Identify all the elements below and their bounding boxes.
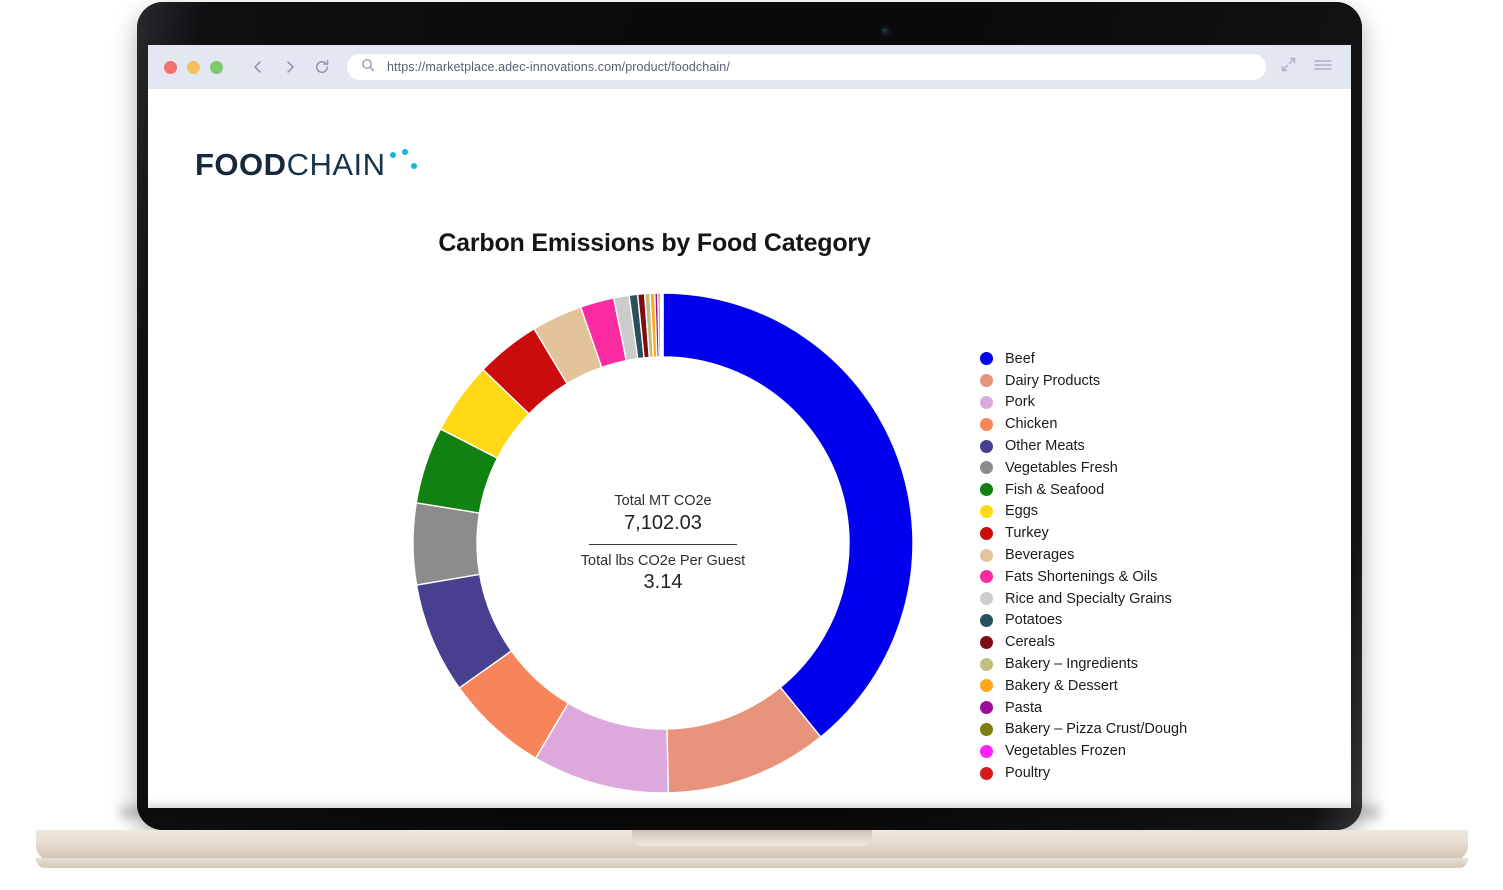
logo-dots-icon: [389, 149, 417, 179]
legend-color-swatch: [980, 461, 993, 475]
legend-color-swatch: [980, 526, 993, 540]
browser-toolbar: https://marketplace.adec-innovations.com…: [148, 45, 1351, 89]
legend-item[interactable]: Fats Shortenings & Oils: [980, 566, 1280, 588]
legend-color-swatch: [980, 657, 993, 671]
legend-label: Pasta: [1005, 699, 1043, 716]
legend-color-swatch: [980, 483, 993, 497]
address-bar[interactable]: https://marketplace.adec-innovations.com…: [347, 54, 1266, 80]
legend-item[interactable]: Poultry: [980, 762, 1280, 784]
donut-chart[interactable]: Total MT CO2e 7,102.03 Total lbs CO2e Pe…: [410, 290, 916, 796]
minimize-window-button[interactable]: [187, 60, 200, 74]
legend-item[interactable]: Cereals: [980, 631, 1280, 653]
legend-label: Rice and Specialty Grains: [1005, 590, 1172, 607]
legend-item[interactable]: Beverages: [980, 544, 1280, 566]
browser-window: https://marketplace.adec-innovations.com…: [148, 45, 1351, 808]
toolbar-actions: [1276, 56, 1333, 78]
legend-label: Beef: [1005, 350, 1035, 367]
legend-label: Fats Shortenings & Oils: [1005, 568, 1158, 585]
laptop-base-edge: [36, 858, 1468, 868]
url-text: https://marketplace.adec-innovations.com…: [387, 60, 730, 74]
legend-label: Fish & Seafood: [1005, 481, 1105, 498]
legend-label: Vegetables Fresh: [1005, 459, 1118, 476]
legend-item[interactable]: Vegetables Frozen: [980, 740, 1280, 762]
legend-label: Vegetables Frozen: [1005, 743, 1126, 760]
legend-item[interactable]: Other Meats: [980, 435, 1280, 457]
window-controls[interactable]: [164, 60, 223, 74]
legend-color-swatch: [980, 722, 993, 736]
legend-label: Poultry: [1005, 765, 1051, 782]
forward-button[interactable]: [277, 54, 303, 80]
legend-color-swatch: [980, 744, 993, 758]
screenshot-stage: https://marketplace.adec-innovations.com…: [0, 0, 1503, 890]
legend-label: Pork: [1005, 394, 1035, 411]
legend-label: Eggs: [1005, 503, 1039, 520]
legend-color-swatch: [980, 766, 993, 780]
legend-color-swatch: [980, 374, 993, 388]
legend-item[interactable]: Eggs: [980, 501, 1280, 523]
search-icon: [361, 58, 375, 77]
legend-item[interactable]: Chicken: [980, 413, 1280, 435]
legend-label: Bakery – Pizza Crust/Dough: [1005, 721, 1188, 738]
legend-label: Other Meats: [1005, 438, 1085, 455]
logo-text-chain: CHAIN: [286, 147, 386, 182]
legend-item[interactable]: Dairy Products: [980, 370, 1280, 392]
legend-color-swatch: [980, 635, 993, 649]
legend-color-swatch: [980, 352, 993, 366]
legend-label: Bakery – Ingredients: [1005, 656, 1138, 673]
back-button[interactable]: [245, 54, 271, 80]
legend-item[interactable]: Bakery – Pizza Crust/Dough: [980, 719, 1280, 741]
laptop-shadow: [120, 806, 1380, 818]
foodchain-logo[interactable]: FOOD CHAIN: [195, 147, 417, 182]
legend-color-swatch: [980, 504, 993, 518]
chart-legend[interactable]: Beef Dairy Products Pork Chicken Other Meats…: [980, 348, 1280, 784]
page-content: FOOD CHAIN Carbon Emissions by Food Cate…: [148, 89, 1351, 808]
legend-color-swatch: [980, 548, 993, 562]
legend-label: Potatoes: [1005, 612, 1063, 629]
legend-item[interactable]: Pork: [980, 392, 1280, 414]
close-window-button[interactable]: [164, 60, 177, 74]
legend-item[interactable]: Vegetables Fresh: [980, 457, 1280, 479]
legend-label: Turkey: [1005, 525, 1049, 542]
legend-label: Beverages: [1005, 547, 1075, 564]
legend-label: Chicken: [1005, 416, 1058, 433]
donut-slice[interactable]: [662, 292, 914, 738]
donut-chart-svg: [412, 292, 914, 794]
legend-item[interactable]: Beef: [980, 348, 1280, 370]
legend-color-swatch: [980, 417, 993, 431]
legend-item[interactable]: Potatoes: [980, 610, 1280, 632]
webcam-icon: [882, 28, 888, 34]
legend-label: Bakery & Dessert: [1005, 677, 1118, 694]
reload-button[interactable]: [309, 54, 335, 80]
legend-color-swatch: [980, 395, 993, 409]
donut-slice-group: [412, 292, 914, 794]
legend-item[interactable]: Fish & Seafood: [980, 479, 1280, 501]
logo-text-food: FOOD: [195, 147, 287, 182]
legend-item[interactable]: Bakery – Ingredients: [980, 653, 1280, 675]
donut-slice[interactable]: [661, 292, 664, 358]
laptop-base-notch: [632, 830, 872, 846]
expand-arrows-icon[interactable]: [1280, 56, 1297, 78]
chart-title: Carbon Emissions by Food Category: [438, 229, 871, 257]
legend-item[interactable]: Pasta: [980, 697, 1280, 719]
legend-item[interactable]: Turkey: [980, 522, 1280, 544]
legend-label: Cereals: [1005, 634, 1055, 651]
legend-color-swatch: [980, 439, 993, 453]
legend-color-swatch: [980, 613, 993, 627]
hamburger-menu-icon[interactable]: [1313, 57, 1333, 78]
legend-color-swatch: [980, 592, 993, 606]
maximize-window-button[interactable]: [210, 60, 223, 74]
legend-color-swatch: [980, 570, 993, 584]
legend-item[interactable]: Bakery & Dessert: [980, 675, 1280, 697]
legend-color-swatch: [980, 701, 993, 715]
legend-item[interactable]: Rice and Specialty Grains: [980, 588, 1280, 610]
legend-color-swatch: [980, 679, 993, 693]
donut-slice[interactable]: [412, 501, 481, 586]
legend-label: Dairy Products: [1005, 372, 1101, 389]
